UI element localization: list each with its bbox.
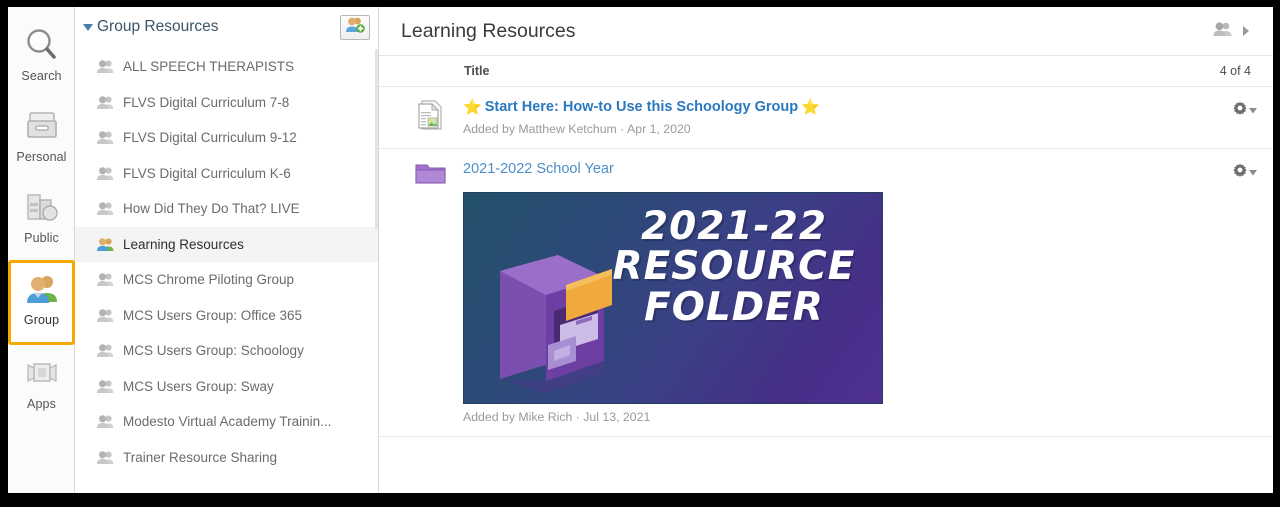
banner-line-3: FOLDER	[644, 284, 824, 330]
rail-label-personal: Personal	[16, 150, 67, 164]
group-list-item[interactable]: Trainer Resource Sharing	[75, 440, 378, 476]
rail-label-group: Group	[23, 313, 60, 327]
group-list-item[interactable]: MCS Chrome Piloting Group	[75, 262, 378, 298]
group-people-icon[interactable]	[1212, 21, 1234, 42]
gear-icon[interactable]	[1233, 163, 1247, 182]
group-people-icon	[95, 94, 115, 110]
caret-down-icon[interactable]	[81, 20, 95, 34]
caret-down-icon[interactable]	[1249, 163, 1257, 181]
left-icon-rail: Search Personal Public Group Apps	[8, 7, 75, 493]
group-list-item-label: Trainer Resource Sharing	[123, 449, 278, 465]
group-list-item[interactable]: ALL SPEECH THERAPISTS	[75, 49, 378, 85]
group-people-icon	[95, 414, 115, 430]
group-list-item[interactable]: MCS Users Group: Office 365	[75, 298, 378, 334]
group-people-icon	[95, 165, 115, 181]
column-header-title: Title	[464, 64, 490, 78]
personal-archive-icon	[22, 106, 62, 146]
column-header-row: Title 4 of 4	[379, 55, 1273, 87]
group-list-item[interactable]: FLVS Digital Curriculum K-6	[75, 156, 378, 192]
group-resources-title: Group Resources	[97, 18, 219, 35]
banner-line-2: RESOURCE	[612, 244, 856, 290]
group-list-item[interactable]: How Did They Do That? LIVE	[75, 191, 378, 227]
group-list-item-label: MCS Chrome Piloting Group	[123, 272, 295, 288]
rail-item-public[interactable]: Public	[8, 179, 75, 260]
row-title-text: Start Here: How-to Use this Schoology Gr…	[484, 99, 799, 115]
group-list: ALL SPEECH THERAPISTS FLVS Digital Curric…	[75, 47, 378, 475]
row-subtitle: Added by Mike Rich · Jul 13, 2021	[463, 409, 651, 424]
group-list-item-label: FLVS Digital Curriculum 9-12	[123, 130, 297, 146]
table-row[interactable]: ⭐ Start Here: How-to Use this Schoology …	[379, 87, 1273, 150]
row-body: ⭐ Start Here: How-to Use this Schoology …	[447, 99, 1223, 136]
star-icon-left: ⭐	[463, 99, 482, 117]
group-list-item-label: MCS Users Group: Office 365	[123, 307, 303, 323]
folder-icon	[413, 161, 447, 186]
header-tools	[1212, 21, 1251, 42]
caret-down-icon[interactable]	[1249, 101, 1257, 119]
rail-item-personal[interactable]: Personal	[8, 98, 75, 179]
group-list-item[interactable]: FLVS Digital Curriculum 7-8	[75, 85, 378, 121]
group-people-icon	[95, 59, 115, 75]
row-actions[interactable]	[1223, 99, 1257, 120]
group-list-item-label: Modesto Virtual Academy Trainin...	[123, 414, 332, 430]
group-people-icon	[95, 378, 115, 394]
page-title: Learning Resources	[401, 19, 576, 42]
resource-folder-banner[interactable]: 2021-22 RESOURCE FOLDER	[463, 191, 883, 404]
group-people-icon	[95, 307, 115, 323]
group-list-item[interactable]: FLVS Digital Curriculum 9-12	[75, 120, 378, 156]
star-icon-right: ⭐	[801, 99, 820, 117]
group-list-item-label: MCS Users Group: Sway	[123, 378, 274, 394]
chevron-right-icon[interactable]	[1241, 25, 1251, 37]
banner-text: 2021-22 RESOURCE FOLDER	[604, 203, 864, 330]
row-subtitle: Added by Matthew Ketchum · Apr 1, 2020	[463, 122, 691, 137]
row-title-link[interactable]: ⭐ Start Here: How-to Use this Schoology …	[463, 99, 1223, 116]
rail-item-search[interactable]: Search	[8, 17, 75, 98]
document-page-icon	[413, 99, 447, 131]
row-actions[interactable]	[1223, 161, 1257, 182]
rail-label-search: Search	[21, 69, 62, 83]
item-count: 4 of 4	[1219, 64, 1251, 78]
group-people-icon	[95, 272, 115, 288]
group-list-item[interactable]: Modesto Virtual Academy Trainin...	[75, 404, 378, 440]
group-list-item-label: ALL SPEECH THERAPISTS	[123, 59, 295, 75]
screenshot-root: Search Personal Public Group Apps Group …	[0, 0, 1280, 507]
group-list-item[interactable]: MCS Users Group: Sway	[75, 369, 378, 405]
rail-label-apps: Apps	[27, 397, 56, 411]
add-group-button[interactable]	[340, 14, 370, 40]
banner-line-1: 2021-22	[640, 203, 827, 249]
group-people-icon-active	[95, 236, 115, 252]
rail-item-group[interactable]: Group	[8, 260, 75, 345]
gear-icon[interactable]	[1233, 101, 1247, 120]
group-list-item-label: MCS Users Group: Schoology	[123, 343, 304, 359]
group-people-icon	[95, 343, 115, 359]
public-buildings-icon	[22, 187, 62, 227]
apps-icon	[22, 353, 62, 393]
main-content: Learning Resources Title 4 of 4 ⭐ Start …	[379, 7, 1273, 493]
row-title-text: 2021-2022 School Year	[463, 161, 614, 178]
rail-label-public: Public	[24, 231, 59, 245]
group-people-icon	[95, 449, 115, 465]
group-list-scrollbar[interactable]	[375, 49, 378, 229]
group-people-icon	[95, 130, 115, 146]
group-list-item[interactable]: MCS Users Group: Schoology	[75, 333, 378, 369]
add-group-icon	[345, 16, 365, 38]
app-window: Search Personal Public Group Apps Group …	[8, 7, 1273, 493]
rail-item-apps[interactable]: Apps	[8, 345, 75, 426]
group-people-icon	[22, 269, 62, 309]
row-title-link[interactable]: 2021-2022 School Year	[463, 161, 1223, 178]
group-list-item[interactable]: Learning Resources	[75, 226, 378, 262]
row-body: 2021-2022 School Year 2021-22 RESOURCE F…	[447, 161, 1223, 424]
group-list-item-label: FLVS Digital Curriculum K-6	[123, 165, 291, 181]
group-list-item-label: FLVS Digital Curriculum 7-8	[123, 94, 290, 110]
group-list-item-label: Learning Resources	[123, 236, 244, 252]
search-icon	[22, 25, 62, 65]
group-resources-panel: Group Resources ALL SPEECH THERAPISTS FL…	[75, 7, 379, 493]
main-header: Learning Resources	[379, 7, 1273, 55]
group-list-item-label: How Did They Do That? LIVE	[123, 201, 300, 217]
group-resources-header: Group Resources	[75, 7, 378, 47]
group-people-icon	[95, 201, 115, 217]
table-row[interactable]: 2021-2022 School Year 2021-22 RESOURCE F…	[379, 149, 1273, 437]
